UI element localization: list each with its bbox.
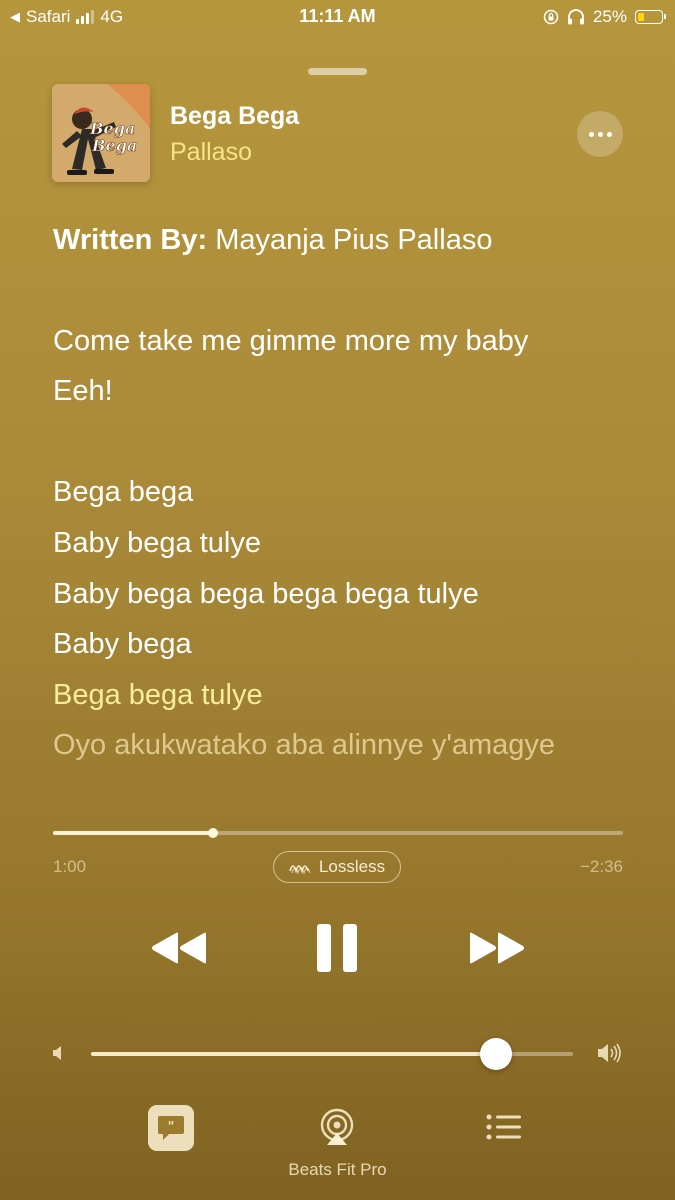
svg-text:": " — [168, 1120, 175, 1135]
lossless-badge[interactable]: Lossless — [273, 851, 401, 883]
lyric-line[interactable]: Bega bega — [53, 476, 193, 509]
list-icon — [486, 1114, 521, 1140]
fast-forward-icon — [470, 932, 524, 964]
rewind-button[interactable] — [146, 922, 212, 974]
fast-forward-button[interactable] — [464, 922, 530, 974]
more-options-button[interactable] — [577, 111, 623, 157]
scrubber-handle[interactable] — [207, 828, 218, 838]
volume-max-icon — [597, 1043, 623, 1068]
credit-label: Written By: — [53, 224, 208, 256]
volume-min-icon — [52, 1045, 66, 1066]
lyric-line-upcoming[interactable]: Oyo akukwatako aba alinnye y'amagye — [53, 729, 555, 762]
credit-value: Mayanja Pius Pallaso — [207, 224, 493, 256]
volume-handle[interactable] — [479, 1038, 512, 1070]
pause-icon — [317, 924, 357, 972]
battery-icon — [635, 10, 666, 24]
lyric-line[interactable]: Baby bega — [53, 628, 192, 661]
pause-button[interactable] — [307, 918, 367, 978]
artwork-word-2: Bega — [91, 136, 137, 155]
elapsed-time: 1:00 — [53, 857, 87, 876]
airplay-audio-icon — [320, 1108, 354, 1145]
remaining-time: −2:36 — [579, 857, 623, 876]
more-dot-icon — [588, 131, 594, 137]
orientation-lock-icon — [543, 9, 559, 25]
queue-button[interactable] — [485, 1112, 523, 1147]
lyrics-credit: Written By: Mayanja Pius Pallaso — [53, 224, 492, 257]
rewind-icon — [152, 932, 206, 964]
lyric-line[interactable]: Baby bega tulye — [53, 527, 261, 560]
more-dot-icon — [597, 131, 603, 137]
album-artwork-image: Bega Bega — [52, 84, 150, 182]
lyric-line[interactable]: Baby bega bega bega bega tulye — [53, 578, 479, 611]
battery-percent: 25% — [592, 7, 627, 26]
lyric-line-current[interactable]: Bega bega tulye — [53, 679, 263, 712]
status-bar: ◀ Safari 4G 11:11 AM 25% — [0, 0, 675, 34]
song-artist[interactable]: Pallaso — [170, 138, 252, 167]
song-title[interactable]: Bega Bega — [170, 102, 299, 131]
scrubber-elapsed — [53, 831, 213, 835]
lyrics-quote-icon: " — [158, 1116, 184, 1140]
airplay-button[interactable] — [317, 1107, 357, 1152]
volume-slider[interactable] — [91, 1038, 573, 1070]
headphones-icon — [567, 9, 584, 25]
lyrics-button[interactable]: " — [148, 1105, 194, 1151]
lossless-wave-icon — [289, 865, 311, 875]
status-right: 25% — [543, 7, 666, 27]
album-artwork[interactable]: Bega Bega — [52, 84, 150, 182]
more-dot-icon — [606, 131, 612, 137]
volume-level — [91, 1052, 496, 1056]
lyric-line[interactable]: Eeh! — [53, 375, 113, 408]
playback-scrubber[interactable] — [53, 828, 623, 838]
lyric-line[interactable]: Come take me gimme more my baby — [53, 325, 528, 358]
lossless-label: Lossless — [318, 857, 386, 876]
audio-output-device[interactable]: Beats Fit Pro — [0, 1160, 675, 1180]
sheet-grabber[interactable] — [308, 68, 367, 75]
